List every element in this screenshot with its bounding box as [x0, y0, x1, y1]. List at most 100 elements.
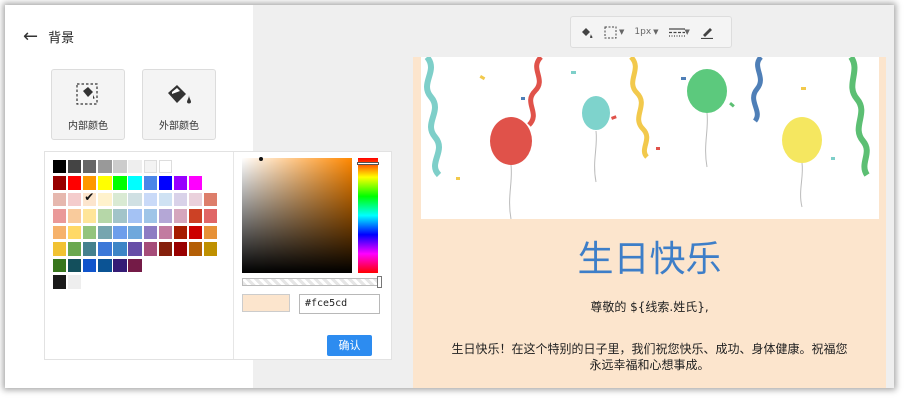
inner-color-label: 内部颜色: [68, 121, 108, 132]
color-swatch[interactable]: [68, 242, 82, 256]
color-swatch[interactable]: [98, 209, 112, 223]
color-swatch[interactable]: [128, 192, 142, 207]
color-swatch[interactable]: [113, 258, 127, 273]
color-swatch[interactable]: [68, 209, 82, 223]
picker-divider: [233, 152, 234, 359]
color-swatch[interactable]: [158, 242, 172, 256]
color-swatch[interactable]: [98, 160, 112, 174]
color-swatch[interactable]: [53, 258, 67, 273]
color-swatch[interactable]: [113, 242, 127, 256]
color-swatch[interactable]: [128, 242, 142, 256]
color-swatch[interactable]: [158, 209, 172, 223]
color-swatch[interactable]: [113, 209, 127, 223]
color-swatch[interactable]: [53, 209, 67, 223]
swatch-row: [53, 209, 219, 223]
color-swatch[interactable]: [68, 176, 82, 190]
back-arrow-icon[interactable]: ←: [23, 27, 38, 46]
color-swatch[interactable]: [188, 192, 203, 207]
alpha-slider[interactable]: [242, 278, 380, 286]
color-swatch[interactable]: [128, 225, 142, 240]
card-title[interactable]: 生日快乐: [413, 230, 886, 282]
color-swatch[interactable]: [143, 209, 157, 223]
color-swatch[interactable]: [83, 160, 97, 174]
color-swatch[interactable]: [128, 209, 142, 223]
color-swatch[interactable]: [98, 176, 112, 190]
border-color-tool[interactable]: [700, 26, 714, 39]
color-swatch[interactable]: [143, 192, 157, 207]
line-style-dropdown[interactable]: ▼: [668, 27, 690, 38]
background-settings-panel: ← 背景 内部颜色 外部颜色 ✔ #fce5cd 确认: [5, 5, 392, 388]
color-swatch[interactable]: [83, 209, 97, 223]
color-swatch[interactable]: [143, 176, 157, 190]
color-swatch[interactable]: [113, 192, 127, 207]
color-swatch[interactable]: [173, 209, 188, 223]
color-swatch[interactable]: [158, 225, 172, 240]
inner-color-button[interactable]: 内部颜色: [51, 69, 125, 140]
color-swatch[interactable]: [158, 192, 172, 207]
color-swatch[interactable]: [173, 192, 188, 207]
color-swatch[interactable]: [158, 160, 172, 174]
color-swatch[interactable]: [68, 258, 82, 273]
color-swatch[interactable]: [188, 242, 203, 256]
confirm-button[interactable]: 确认: [327, 335, 372, 356]
color-swatch[interactable]: [98, 242, 112, 256]
card-body-line-1[interactable]: 生日快乐！在这个特别的日子里，我们祝您快乐、成功、身体健康。祝福您: [413, 340, 886, 357]
color-swatch[interactable]: [113, 225, 127, 240]
color-swatch[interactable]: [188, 225, 203, 240]
color-swatch[interactable]: [98, 192, 112, 207]
color-swatch[interactable]: [128, 258, 142, 273]
color-swatch[interactable]: [83, 242, 97, 256]
color-swatch[interactable]: [68, 160, 82, 174]
color-swatch[interactable]: [128, 176, 142, 190]
color-swatch[interactable]: [83, 190, 97, 207]
swatch-row: [53, 242, 219, 256]
color-swatch[interactable]: [68, 192, 82, 207]
color-swatch[interactable]: [143, 242, 157, 256]
color-swatch[interactable]: [53, 275, 67, 289]
color-swatch[interactable]: [173, 225, 188, 240]
border-width-dropdown[interactable]: 1px ▼: [634, 27, 658, 37]
card-greeting[interactable]: 尊敬的 ${线索.姓氏},: [413, 298, 886, 315]
color-swatch[interactable]: [143, 160, 157, 174]
color-swatch[interactable]: [68, 225, 82, 240]
chevron-down-icon: ▼: [684, 28, 690, 36]
color-swatch[interactable]: [173, 242, 188, 256]
color-swatch[interactable]: [128, 160, 142, 174]
panel-title: 背景: [48, 31, 75, 46]
saturation-value-area[interactable]: [242, 158, 352, 273]
color-swatch[interactable]: [98, 258, 112, 273]
color-swatch[interactable]: [158, 176, 172, 190]
color-swatch[interactable]: [113, 160, 127, 174]
color-swatch[interactable]: [203, 192, 218, 207]
color-swatch[interactable]: [203, 209, 218, 223]
color-swatch[interactable]: [203, 242, 218, 256]
saturation-cursor[interactable]: [259, 157, 263, 161]
color-swatch[interactable]: [53, 242, 67, 256]
color-swatch[interactable]: [113, 176, 127, 190]
color-swatch[interactable]: [143, 225, 157, 240]
color-swatch[interactable]: [203, 225, 218, 240]
color-swatch[interactable]: [53, 176, 67, 190]
color-swatch[interactable]: [83, 258, 97, 273]
swatch-row: [53, 190, 219, 207]
line-style-icon: [668, 27, 685, 37]
color-swatch[interactable]: [68, 275, 82, 289]
color-swatch[interactable]: [188, 176, 203, 190]
fill-color-tool[interactable]: [580, 26, 594, 39]
outer-color-label: 外部颜色: [159, 121, 199, 132]
color-swatch[interactable]: [83, 176, 97, 190]
color-swatch[interactable]: [53, 160, 67, 174]
hex-input[interactable]: #fce5cd: [299, 294, 380, 314]
color-swatch[interactable]: [83, 225, 97, 240]
hue-slider[interactable]: [358, 158, 378, 273]
alpha-slider-handle[interactable]: [377, 276, 382, 288]
hue-slider-handle[interactable]: [357, 162, 379, 165]
color-swatch[interactable]: [53, 192, 67, 207]
color-swatch[interactable]: [98, 225, 112, 240]
color-swatch[interactable]: [53, 225, 67, 240]
card-body-line-2[interactable]: 永远幸福和心想事成。: [413, 356, 886, 373]
border-style-tool[interactable]: ▼: [604, 26, 624, 39]
color-swatch[interactable]: [173, 176, 188, 190]
outer-color-button[interactable]: 外部颜色: [142, 69, 216, 140]
color-swatch[interactable]: [188, 209, 203, 223]
